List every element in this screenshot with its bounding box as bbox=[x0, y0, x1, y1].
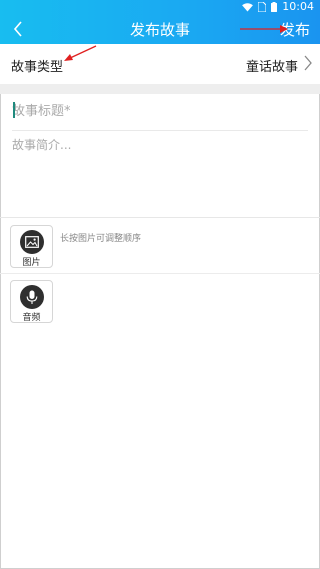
microphone-icon-badge bbox=[20, 285, 44, 309]
battery-icon bbox=[271, 2, 278, 12]
story-summary-input[interactable] bbox=[12, 132, 308, 212]
story-title-input[interactable] bbox=[12, 96, 308, 126]
status-icons: 10:04 bbox=[242, 0, 314, 14]
story-type-value: 童话故事 bbox=[245, 60, 298, 75]
form-divider bbox=[0, 217, 320, 218]
section-separator bbox=[0, 84, 320, 94]
add-image-label: 图片 bbox=[22, 258, 41, 268]
story-type-label: 故事类型 bbox=[11, 60, 64, 75]
title-divider bbox=[12, 130, 308, 131]
add-audio-button[interactable]: 音频 bbox=[10, 280, 53, 323]
media-divider bbox=[0, 273, 320, 274]
image-icon bbox=[25, 236, 39, 248]
chevron-right-icon bbox=[304, 55, 312, 71]
image-icon-badge bbox=[20, 230, 44, 254]
text-cursor bbox=[13, 102, 15, 118]
annotation-arrow-publish bbox=[240, 25, 288, 33]
annotation-arrow-type bbox=[64, 45, 97, 61]
story-type-row[interactable]: 故事类型 童话故事 bbox=[0, 44, 320, 84]
add-audio-label: 音频 bbox=[22, 313, 41, 323]
microphone-icon bbox=[26, 290, 38, 304]
status-time: 10:04 bbox=[282, 0, 314, 13]
header-bar: 10:04 发布故事 发布 bbox=[0, 0, 320, 44]
reorder-hint: 长按图片可调整顺序 bbox=[60, 234, 142, 244]
status-bar: 10:04 bbox=[0, 0, 320, 14]
sim-icon bbox=[258, 2, 267, 12]
wifi-icon bbox=[242, 2, 254, 12]
add-image-button[interactable]: 图片 bbox=[10, 225, 53, 268]
